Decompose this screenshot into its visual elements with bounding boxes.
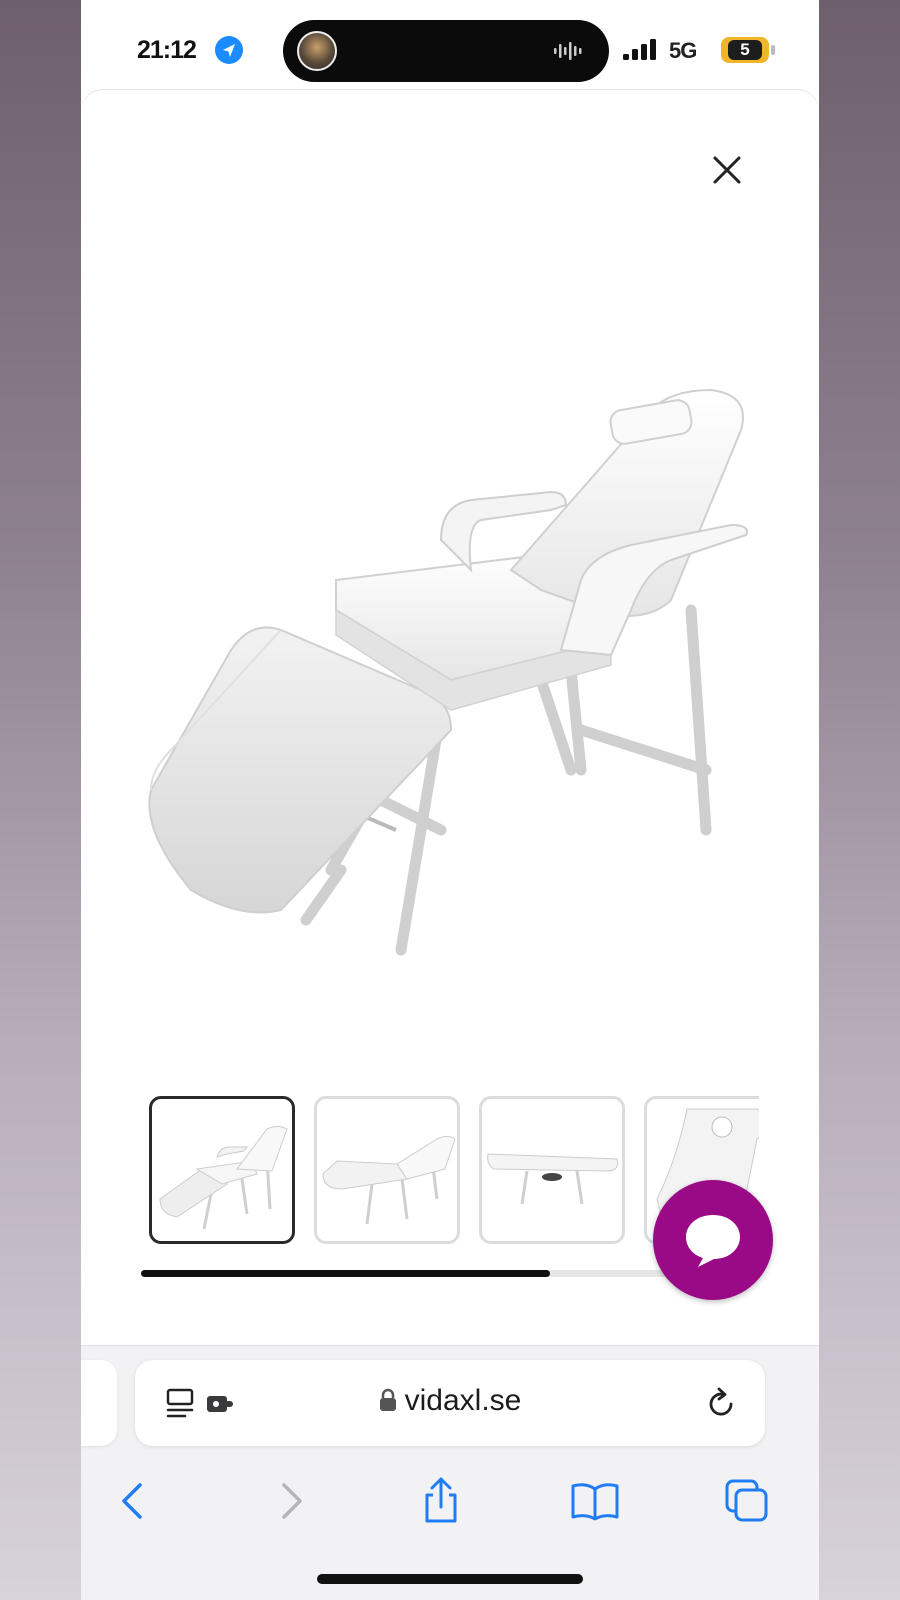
- thumbnail-2[interactable]: [314, 1096, 460, 1244]
- thumbnail-1[interactable]: [149, 1096, 295, 1244]
- tabs-button[interactable]: [717, 1471, 777, 1531]
- thumbnail-image: [159, 1126, 288, 1230]
- waveform-icon: [554, 42, 582, 60]
- status-bar: 21:12 5G 5: [81, 0, 819, 92]
- reload-icon[interactable]: [703, 1386, 739, 1422]
- forward-icon: [282, 1483, 302, 1519]
- back-icon: [122, 1483, 142, 1519]
- forward-button[interactable]: [261, 1471, 321, 1531]
- browser-chrome: vidaxl.se: [81, 1345, 819, 1600]
- location-icon: [215, 36, 243, 64]
- share-icon: [425, 1477, 457, 1523]
- status-time: 21:12: [137, 36, 197, 64]
- chat-button[interactable]: [653, 1180, 773, 1300]
- phone-screen: 21:12 5G 5 vidaxl.se: [81, 0, 819, 1600]
- battery-tip: [771, 45, 775, 55]
- dynamic-island[interactable]: [283, 20, 609, 82]
- avatar: [297, 31, 337, 71]
- product-image[interactable]: [111, 270, 791, 990]
- share-button[interactable]: [411, 1471, 471, 1531]
- network-label: 5G: [669, 38, 697, 63]
- gallery-scrollbar[interactable]: [141, 1270, 701, 1277]
- tabs-icon: [725, 1479, 768, 1522]
- close-button[interactable]: [707, 150, 747, 190]
- close-icon: [713, 156, 741, 184]
- bookmarks-button[interactable]: [565, 1471, 625, 1531]
- product-sheet: [81, 90, 819, 1350]
- home-indicator[interactable]: [317, 1574, 583, 1584]
- gallery-scroll-thumb[interactable]: [141, 1270, 550, 1277]
- battery-level: 5: [728, 40, 762, 60]
- back-button[interactable]: [103, 1471, 163, 1531]
- address-bar[interactable]: vidaxl.se: [135, 1360, 765, 1446]
- url-display[interactable]: vidaxl.se: [135, 1384, 765, 1418]
- chat-bubble-icon: [686, 1215, 740, 1267]
- battery-icon: 5: [721, 37, 769, 63]
- url-text: vidaxl.se: [404, 1384, 522, 1417]
- previous-tab-card[interactable]: [81, 1360, 117, 1446]
- thumbnail-3[interactable]: [479, 1096, 625, 1244]
- thumbnail-image: [487, 1153, 618, 1205]
- lock-icon: [379, 1388, 396, 1411]
- thumbnail-image: [322, 1136, 456, 1225]
- signal-icon: [623, 39, 656, 60]
- browser-toolbar: [81, 1471, 819, 1531]
- bookmarks-icon: [571, 1483, 619, 1521]
